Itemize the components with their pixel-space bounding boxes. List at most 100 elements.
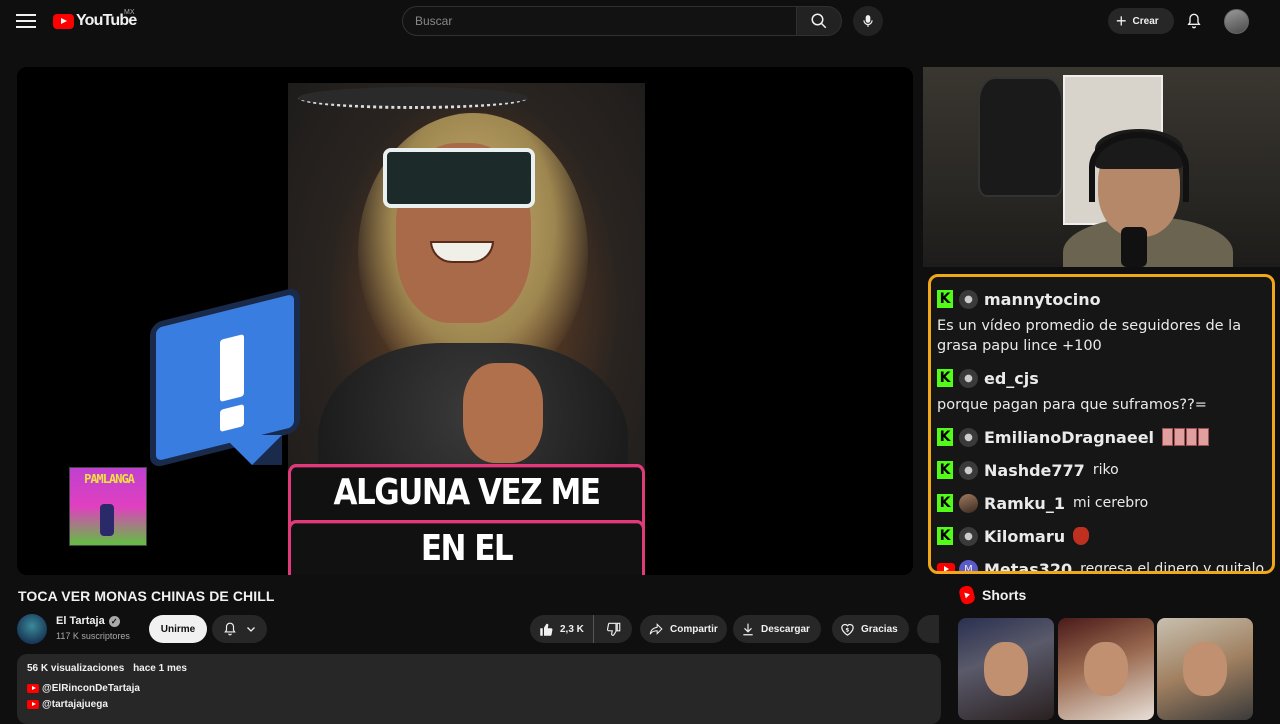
thumbs-down-icon <box>606 622 620 636</box>
account-avatar[interactable] <box>1224 9 1249 34</box>
like-dislike-group: 2,3 K <box>530 615 632 643</box>
search-button[interactable] <box>796 6 842 36</box>
download-button[interactable]: Descargar <box>733 615 821 643</box>
emote-icon <box>1162 428 1210 446</box>
video-figure-hands <box>463 363 543 463</box>
super-thanks-icon: $ <box>841 623 854 636</box>
kick-icon: K <box>937 527 953 545</box>
share-label: Compartir <box>670 623 718 635</box>
chat-message: K ● mannytocino <box>937 283 1266 315</box>
chat-username: ed_cjs <box>984 368 1039 388</box>
chat-message: M Metas320 regresa el dinero y quitalo <box>937 553 1266 574</box>
channel-name-row[interactable]: El Tartaja ✓ <box>56 615 120 627</box>
channel-mention[interactable]: @tartajajuega <box>42 699 108 710</box>
thanks-button[interactable]: $ Gracias <box>832 615 909 643</box>
chat-message: K ● ed_cjs <box>937 362 1266 394</box>
kick-icon: K <box>937 428 953 446</box>
like-count: 2,3 K <box>560 623 584 635</box>
description-stats: 56 K visualizaciones hace 1 mes <box>27 663 931 674</box>
upload-date: hace 1 mes <box>133 663 187 674</box>
kick-icon: K <box>937 461 953 479</box>
more-actions-button[interactable] <box>917 615 939 643</box>
share-icon <box>649 623 663 635</box>
video-caption-line-2: EN EL PINOCHOCHOOO? <box>288 519 645 575</box>
user-avatar-icon: ● <box>959 427 978 447</box>
like-button[interactable]: 2,3 K <box>530 615 594 643</box>
download-icon <box>743 623 753 635</box>
create-label: Crear <box>1132 15 1159 27</box>
chat-username: Nashde777 <box>984 460 1085 480</box>
short-thumbnail[interactable] <box>1157 618 1253 720</box>
chat-message-text: porque pagan para que suframos??= <box>937 397 1207 413</box>
user-avatar-icon: ● <box>959 368 978 388</box>
microphone-icon <box>863 15 873 27</box>
microphone-stand <box>1121 227 1147 267</box>
chat-username: Kilomaru <box>984 526 1066 546</box>
description-link[interactable]: @tartajajuega <box>27 699 931 710</box>
shorts-title: Shorts <box>982 587 1027 603</box>
chat-message: K Ramku_1 mi cerebro <box>937 487 1266 519</box>
svg-text:$: $ <box>845 627 849 633</box>
thumbs-up-icon <box>540 623 553 636</box>
pamlanga-overlay-image: PAMLANGA <box>69 467 147 546</box>
logo-region: MX <box>124 9 135 16</box>
share-button[interactable]: Compartir <box>640 615 727 643</box>
kick-icon: K <box>937 290 953 308</box>
video-figure-glasses <box>383 148 535 208</box>
shorts-header: Shorts <box>957 584 1027 606</box>
chat-message-text: mi cerebro <box>1072 495 1149 511</box>
view-count: 56 K visualizaciones <box>27 663 125 674</box>
top-bar: YouTube MX + Crear <box>0 0 1280 42</box>
plus-icon: + <box>1116 11 1127 31</box>
bell-icon <box>223 622 236 636</box>
description-link[interactable]: @ElRinconDeTartaja <box>27 683 931 694</box>
short-thumbnail[interactable] <box>958 618 1054 720</box>
notifications-button[interactable] <box>1184 10 1204 32</box>
chat-message-text: Es un vídeo promedio de seguidores de la… <box>937 318 1242 354</box>
short-thumbnail[interactable] <box>1058 618 1154 720</box>
chat-username: EmilianoDragnaeel <box>984 427 1155 447</box>
kick-icon: K <box>937 369 953 387</box>
channel-mention[interactable]: @ElRinconDeTartaja <box>42 683 140 694</box>
user-avatar-icon: ● <box>959 526 978 546</box>
video-title: TOCA VER MONAS CHINAS DE CHILL <box>18 588 275 604</box>
user-avatar-icon <box>959 493 978 513</box>
join-button[interactable]: Unirme <box>149 615 207 643</box>
user-avatar-icon: M <box>959 559 978 571</box>
create-button[interactable]: + Crear <box>1108 8 1174 34</box>
background-jacket <box>978 77 1063 197</box>
chat-username: Metas320 <box>984 559 1073 574</box>
shorts-icon <box>957 584 977 606</box>
search-icon <box>811 13 827 29</box>
verified-icon: ✓ <box>108 615 120 627</box>
chat-username: Ramku_1 <box>984 493 1065 513</box>
pamlanga-label: PAMLANGA <box>84 472 135 486</box>
bell-icon <box>1187 13 1201 29</box>
video-frame: ALGUNA VEZ ME SENTÉ EN EL PINOCHOCHOOO? <box>288 83 645 575</box>
thanks-label: Gracias <box>861 623 898 635</box>
subscription-notifications-button[interactable] <box>212 615 267 643</box>
hamburger-menu-icon[interactable] <box>14 10 38 32</box>
video-figure-hat <box>298 87 528 109</box>
download-label: Descargar <box>761 623 810 635</box>
dislike-button[interactable] <box>594 615 632 643</box>
voice-search-button[interactable] <box>853 6 883 36</box>
chat-username: mannytocino <box>984 289 1101 309</box>
chat-message-text: riko <box>1092 462 1119 478</box>
chat-message: K ● Nashde777 riko <box>937 454 1266 486</box>
channel-name[interactable]: El Tartaja <box>56 615 105 627</box>
chat-message: K ● Kilomaru <box>937 520 1266 552</box>
subscriber-count: 117 K suscriptores <box>56 631 130 641</box>
channel-avatar[interactable] <box>17 614 47 644</box>
youtube-icon <box>27 684 39 693</box>
search-input[interactable] <box>403 7 796 35</box>
chevron-down-icon <box>246 627 255 632</box>
streamer-webcam <box>923 67 1280 267</box>
headphones-icon <box>1089 132 1189 202</box>
youtube-play-icon <box>53 13 74 29</box>
exclamation-bubble-icon <box>142 286 307 480</box>
video-player[interactable]: ALGUNA VEZ ME SENTÉ EN EL PINOCHOCHOOO? … <box>17 67 913 575</box>
description-box[interactable]: 56 K visualizaciones hace 1 mes @ElRinco… <box>17 654 941 724</box>
chat-overlay: K ● mannytocino Es un vídeo promedio de … <box>928 274 1275 574</box>
search-box <box>402 6 796 36</box>
